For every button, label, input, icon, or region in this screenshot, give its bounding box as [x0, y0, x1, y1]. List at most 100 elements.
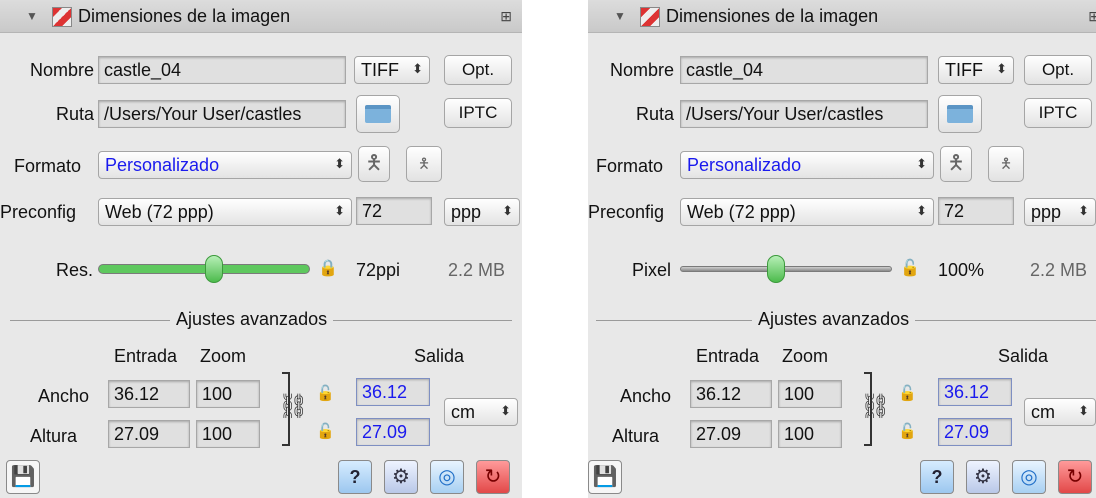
- help-icon: ?: [931, 467, 943, 487]
- lock-icon[interactable]: 🔒: [318, 258, 338, 278]
- col-entrada: Entrada: [114, 346, 178, 366]
- panel-options-icon[interactable]: ⊞: [500, 8, 512, 25]
- preconfig-label: Preconfig: [588, 202, 665, 222]
- altura-salida-field[interactable]: 27.09: [938, 418, 1012, 446]
- preview-icon: ◎: [1020, 466, 1038, 488]
- app-icon: [640, 7, 660, 27]
- ancho-entrada-field[interactable]: 36.12: [690, 380, 772, 408]
- preconfig-popup-value: Web (72 ppp): [687, 202, 796, 222]
- slider-label: Res.: [56, 260, 94, 280]
- altura-entrada-field[interactable]: 27.09: [690, 420, 772, 448]
- formato-label: Formato: [14, 156, 82, 176]
- disclosure-triangle-icon[interactable]: ▼: [26, 9, 38, 23]
- panel-titlebar[interactable]: ▼ Dimensiones de la imagen ⊞: [0, 0, 522, 33]
- help-button[interactable]: ?: [338, 460, 372, 494]
- panel-options-icon[interactable]: ⊞: [1088, 8, 1096, 25]
- popup-arrows-icon: ⬍: [412, 61, 423, 76]
- altura-salida-field[interactable]: 27.09: [356, 418, 430, 446]
- help-button[interactable]: ?: [920, 460, 954, 494]
- folder-icon: [365, 105, 391, 123]
- output-unit-value: cm: [451, 402, 475, 422]
- col-entrada: Entrada: [696, 346, 760, 366]
- settings-button[interactable]: ⚙: [966, 460, 1000, 494]
- portrait-icon: 🯅: [365, 152, 383, 174]
- pixel-slider-knob[interactable]: [767, 255, 786, 283]
- format-popup-value: TIFF: [945, 60, 983, 80]
- resolution-unit-value: ppp: [1031, 202, 1062, 222]
- format-popup[interactable]: TIFF ⬍: [354, 56, 430, 84]
- reset-icon: ↻: [484, 466, 502, 488]
- popup-arrows-icon: ⬍: [1078, 203, 1089, 218]
- portrait-button[interactable]: 🯅: [358, 146, 390, 182]
- lock-icon[interactable]: 🔓: [898, 384, 917, 402]
- nombre-field[interactable]: castle_04: [680, 56, 928, 84]
- reset-button[interactable]: ↻: [1058, 460, 1092, 494]
- choose-folder-button[interactable]: [356, 95, 400, 133]
- altura-entrada-field[interactable]: 27.09: [108, 420, 190, 448]
- resolution-field[interactable]: 72: [938, 197, 1014, 225]
- ancho-salida-field[interactable]: 36.12: [356, 378, 430, 406]
- section-title[interactable]: Ajustes avanzados: [170, 309, 334, 330]
- resolution-field[interactable]: 72: [356, 197, 432, 225]
- popup-arrows-icon: ⬍: [916, 156, 927, 171]
- ancho-zoom-field[interactable]: 100: [778, 380, 842, 408]
- lock-icon[interactable]: 🔓: [316, 422, 335, 440]
- ruta-field[interactable]: /Users/Your User/castles: [680, 100, 928, 128]
- chain-link-icon[interactable]: ⛓: [278, 392, 308, 421]
- nombre-label: Nombre: [30, 60, 95, 80]
- preconfig-popup[interactable]: Web (72 ppp) ⬍: [680, 198, 934, 226]
- image-dimensions-panel-left: ▼ Dimensiones de la imagen ⊞ Nombre cast…: [0, 0, 522, 498]
- resolution-unit-popup[interactable]: ppp ⬍: [444, 198, 520, 226]
- ancho-label: Ancho: [620, 386, 672, 406]
- opt-button[interactable]: Opt.: [1024, 55, 1092, 85]
- lock-icon[interactable]: 🔓: [316, 384, 335, 402]
- portrait-icon: 🯅: [947, 152, 965, 174]
- lock-icon[interactable]: 🔓: [898, 422, 917, 440]
- preconfig-label: Preconfig: [0, 202, 77, 222]
- save-button[interactable]: 💾: [6, 460, 40, 494]
- pixel-slider-track[interactable]: [680, 266, 892, 272]
- preconfig-popup[interactable]: Web (72 ppp) ⬍: [98, 198, 352, 226]
- settings-button[interactable]: ⚙: [384, 460, 418, 494]
- preview-button[interactable]: ◎: [1012, 460, 1046, 494]
- popup-arrows-icon: ⬍: [334, 203, 345, 218]
- reset-button[interactable]: ↻: [476, 460, 510, 494]
- folder-icon: [947, 105, 973, 123]
- lock-icon[interactable]: 🔓: [900, 258, 920, 278]
- reset-icon: ↻: [1066, 466, 1084, 488]
- ancho-zoom-field[interactable]: 100: [196, 380, 260, 408]
- landscape-button[interactable]: 🯅: [406, 146, 442, 182]
- landscape-icon: 🯅: [999, 155, 1013, 171]
- popup-arrows-icon: ⬍: [334, 156, 345, 171]
- output-unit-popup[interactable]: cm ⬍: [444, 398, 518, 426]
- preview-button[interactable]: ◎: [430, 460, 464, 494]
- formato-popup-value: Personalizado: [105, 155, 220, 175]
- formato-popup[interactable]: Personalizado ⬍: [98, 151, 352, 179]
- altura-zoom-field[interactable]: 100: [196, 420, 260, 448]
- chain-link-icon[interactable]: ⛓: [860, 392, 890, 421]
- formato-popup[interactable]: Personalizado ⬍: [680, 151, 934, 179]
- altura-zoom-field[interactable]: 100: [778, 420, 842, 448]
- save-button[interactable]: 💾: [588, 460, 622, 494]
- nombre-field[interactable]: castle_04: [98, 56, 346, 84]
- landscape-button[interactable]: 🯅: [988, 146, 1024, 182]
- nombre-label: Nombre: [610, 60, 675, 80]
- save-icon: 💾: [592, 466, 618, 488]
- opt-button[interactable]: Opt.: [444, 55, 512, 85]
- ancho-salida-field[interactable]: 36.12: [938, 378, 1012, 406]
- format-popup[interactable]: TIFF ⬍: [938, 56, 1014, 84]
- section-title[interactable]: Ajustes avanzados: [752, 309, 916, 330]
- panel-titlebar[interactable]: ▼ Dimensiones de la imagen ⊞: [588, 0, 1096, 33]
- iptc-button[interactable]: IPTC: [1024, 98, 1092, 128]
- disclosure-triangle-icon[interactable]: ▼: [614, 9, 626, 23]
- app-icon: [52, 7, 72, 27]
- resolution-unit-popup[interactable]: ppp ⬍: [1024, 198, 1096, 226]
- ruta-field[interactable]: /Users/Your User/castles: [98, 100, 346, 128]
- iptc-button[interactable]: IPTC: [444, 98, 512, 128]
- resolution-slider-knob[interactable]: [204, 255, 223, 283]
- preconfig-popup-value: Web (72 ppp): [105, 202, 214, 222]
- output-unit-popup[interactable]: cm ⬍: [1024, 398, 1096, 426]
- ancho-entrada-field[interactable]: 36.12: [108, 380, 190, 408]
- portrait-button[interactable]: 🯅: [940, 146, 972, 182]
- choose-folder-button[interactable]: [938, 95, 982, 133]
